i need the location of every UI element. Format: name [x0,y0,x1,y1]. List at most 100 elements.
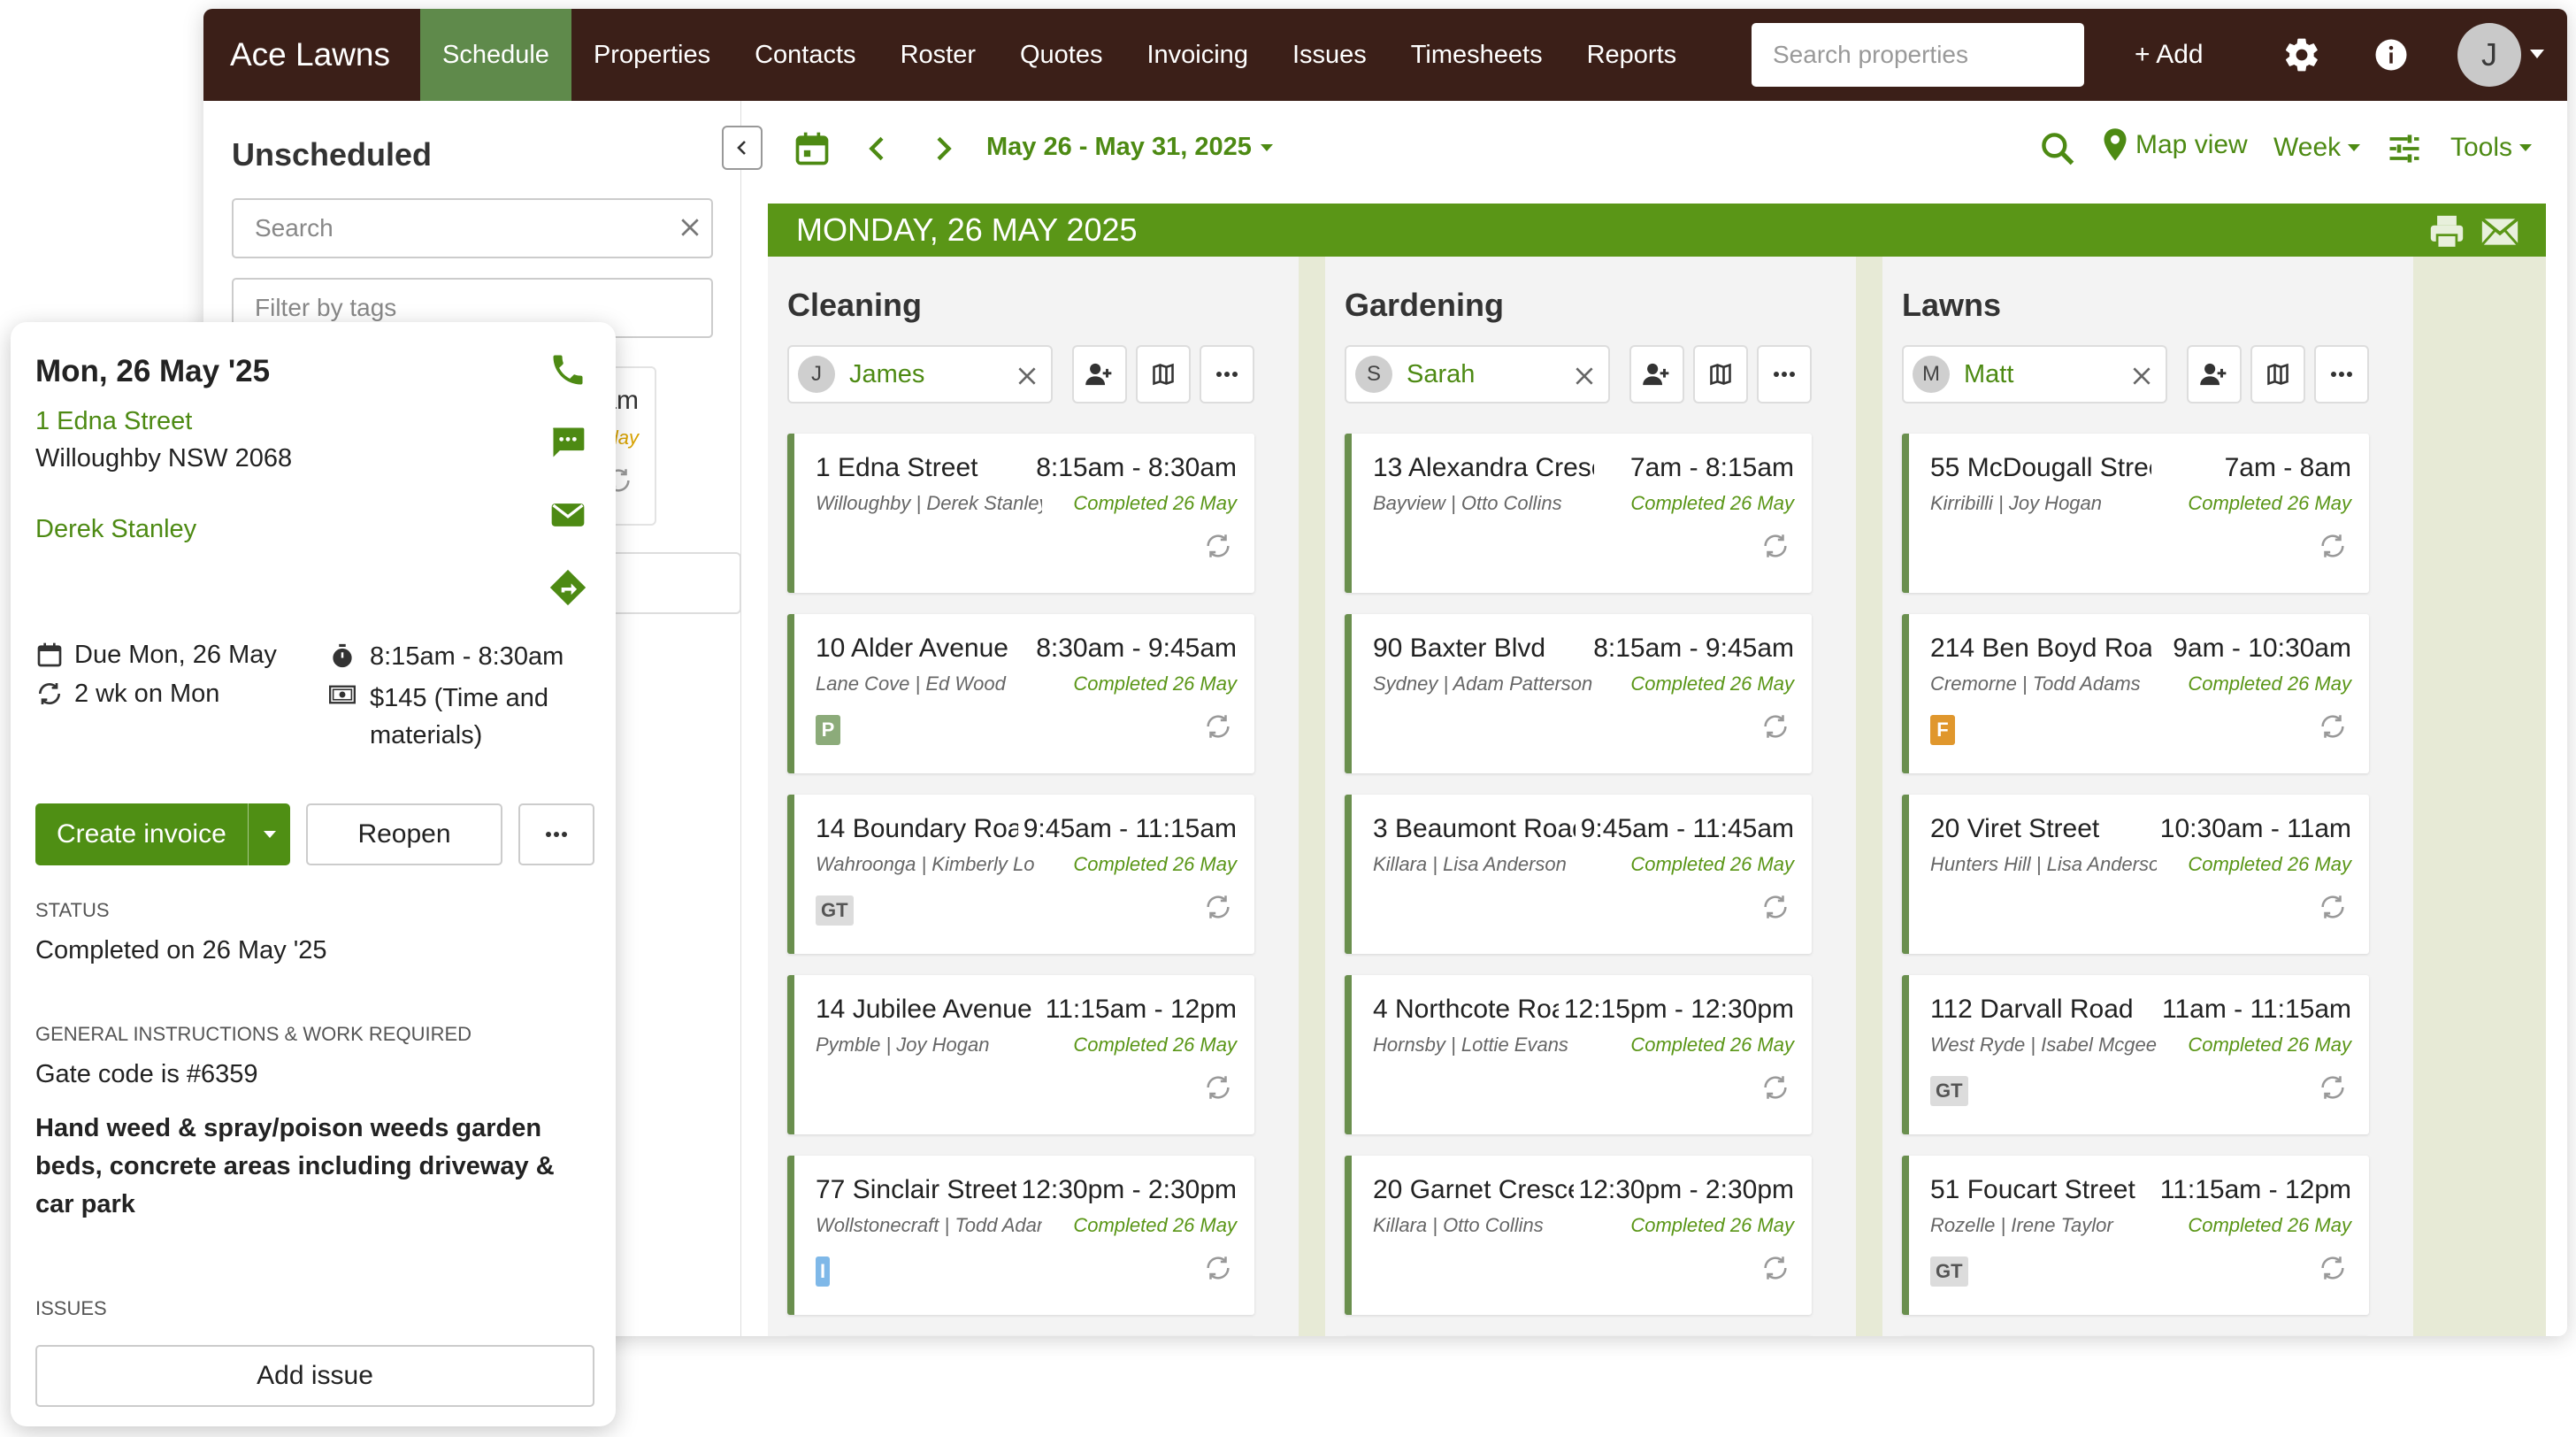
sync-icon [1760,1072,1790,1103]
job-card[interactable]: 14 Jubilee Avenue 11:15am - 12pm Pymble | … [787,975,1254,1134]
collapse-sidebar-button[interactable] [722,126,763,170]
instructions-label: GENERAL INSTRUCTIONS & WORK REQUIRED [35,1023,472,1045]
staff-selector[interactable]: M Matt [1902,345,2167,403]
column-gardening: Gardening S Sarah 13 Alexandra Crescent 7… [1325,257,1856,1336]
nav-properties[interactable]: Properties [571,9,732,101]
job-suburb-client: Killara | Otto Collins [1373,1214,1544,1236]
calendar-icon[interactable] [793,129,832,168]
user-avatar[interactable]: J [2457,23,2521,87]
staff-name: Sarah [1407,359,1476,388]
ellipsis-icon [1216,372,1238,377]
info-icon[interactable] [2373,36,2410,73]
nav-schedule[interactable]: Schedule [420,9,571,101]
add-button[interactable]: + Add [2135,9,2204,101]
job-card[interactable]: 20 Garnet Crescent 12:30pm - 2:30pm Killar… [1345,1156,1812,1315]
assign-staff-button[interactable] [1629,345,1684,403]
nav-invoicing[interactable]: Invoicing [1124,9,1269,101]
job-card[interactable]: 14 Boundary Road 9:45am - 11:15am Wahroong… [787,795,1254,954]
print-icon[interactable] [2427,214,2466,250]
brand-logo[interactable]: Ace Lawns [203,9,420,101]
job-card[interactable]: 214 Ben Boyd Road 9am - 10:30am Cremorne |… [1902,614,2369,773]
filters-icon[interactable] [2385,129,2424,168]
nav-timesheets[interactable]: Timesheets [1389,9,1565,101]
close-icon[interactable] [677,214,703,241]
job-detail-popup: Mon, 26 May '25 1 Edna Street Willoughby… [11,322,616,1426]
job-card[interactable]: 1 Edna Street 8:15am - 8:30am Willoughby |… [787,434,1254,593]
job-status: Completed 26 May [1630,853,1794,875]
assign-staff-button[interactable] [2187,345,2242,403]
job-status: Completed 26 May [1630,1214,1794,1236]
job-suburb-client: Rozelle | Irene Taylor [1930,1214,2113,1236]
nav-roster[interactable]: Roster [878,9,998,101]
close-icon[interactable] [2130,365,2153,388]
work-required: Hand weed & spray/poison weeds garden be… [35,1114,555,1218]
assign-staff-button[interactable] [1072,345,1127,403]
job-card[interactable]: 10 Alder Avenue 8:30am - 9:45am Lane Cove … [787,614,1254,773]
top-nav: Ace Lawns Schedule Properties Contacts R… [203,9,2567,101]
job-card[interactable]: 51 Foucart Street 11:15am - 12pm Rozelle |… [1902,1156,2369,1315]
more-options-button[interactable] [1757,345,1812,403]
tools-dropdown[interactable]: Tools [2450,133,2533,163]
job-status: Completed 26 May [1073,672,1237,695]
map-view-button[interactable]: Map view [2102,127,2248,163]
mail-icon[interactable] [2480,216,2519,248]
job-address: 3 Beaumont Road [1373,814,1587,843]
job-card[interactable]: 55 McDougall Street 7am - 8am Kirribilli |… [1902,434,2369,593]
job-status: Completed 26 May [2188,672,2351,695]
job-address-link[interactable]: 1 Edna Street [35,407,192,436]
job-card[interactable]: 13 Alexandra Crescent 7am - 8:15am Bayview… [1345,434,1812,593]
more-options-button[interactable] [1200,345,1254,403]
job-time: 9am - 10:30am [2167,634,2351,664]
gear-icon[interactable] [2282,35,2321,74]
email-icon[interactable] [548,496,587,534]
add-issue-button[interactable]: Add issue [35,1345,594,1407]
chevron-down-icon[interactable] [2530,50,2544,58]
date-range-dropdown[interactable]: May 26 - May 31, 2025 [986,133,1273,162]
staff-name: Matt [1964,359,2014,388]
route-map-button[interactable] [1136,345,1191,403]
phone-icon[interactable] [548,350,587,389]
unscheduled-search-input[interactable] [232,198,713,258]
close-icon[interactable] [1573,365,1596,388]
nav-issues[interactable]: Issues [1270,9,1389,101]
client-name-link[interactable]: Derek Stanley [35,515,196,544]
job-card[interactable]: 3 Beaumont Road 9:45am - 11:45am Killara |… [1345,795,1812,954]
job-time: 10:30am - 11am [2154,814,2351,844]
staff-selector[interactable]: S Sarah [1345,345,1610,403]
job-card[interactable]: 90 Baxter Blvd 8:15am - 9:45am Sydney | Ad… [1345,614,1812,773]
job-address: 77 Sinclair Street [816,1175,1018,1204]
sync-icon [1203,892,1233,922]
job-status: Completed 26 May [1073,492,1237,514]
job-suburb-client: Sydney | Adam Patterson [1373,672,1593,695]
nav-quotes[interactable]: Quotes [998,9,1125,101]
route-map-button[interactable] [1693,345,1748,403]
job-tag-badge: GT [1930,1076,1968,1106]
close-icon[interactable] [1016,365,1039,388]
next-week-button[interactable] [925,131,961,166]
directions-icon[interactable] [548,568,587,607]
day-title: MONDAY, 26 MAY 2025 [796,211,1138,248]
nav-reports[interactable]: Reports [1565,9,1699,101]
avatar: M [1913,356,1950,393]
week-dropdown[interactable]: Week [2273,133,2361,163]
map-pin-icon [2104,128,2127,161]
reopen-button[interactable]: Reopen [306,803,502,865]
create-invoice-button[interactable]: Create invoice [35,803,290,865]
search-icon[interactable] [2038,129,2077,168]
job-date: Mon, 26 May '25 [35,354,271,388]
job-card[interactable]: 4 Northcote Road 12:15pm - 12:30pm Hornsby… [1345,975,1812,1134]
route-map-button[interactable] [2250,345,2305,403]
job-card[interactable]: 77 Sinclair Street 12:30pm - 2:30pm Wollst… [787,1156,1254,1315]
job-card[interactable]: 112 Darvall Road 11am - 11:15am West Ryde … [1902,975,2369,1134]
more-options-button[interactable] [2314,345,2369,403]
job-time: 8:15am - 8:30am [370,642,564,671]
job-card[interactable]: 20 Viret Street 10:30am - 11am Hunters Hil… [1902,795,2369,954]
more-options-button[interactable] [518,803,594,865]
nav-contacts[interactable]: Contacts [732,9,878,101]
invoice-options-toggle[interactable] [248,803,290,865]
search-properties-input[interactable] [1752,23,2084,87]
job-status: Completed 26 May [1073,1034,1237,1056]
previous-week-button[interactable] [860,131,895,166]
sms-icon[interactable] [548,423,587,462]
staff-selector[interactable]: J James [787,345,1053,403]
